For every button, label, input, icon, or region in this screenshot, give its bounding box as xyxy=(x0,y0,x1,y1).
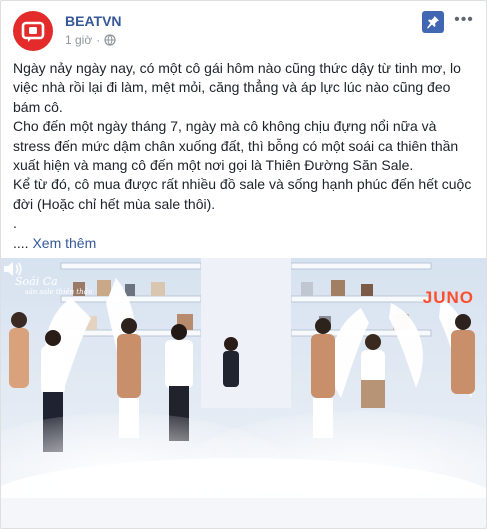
video-player[interactable]: Soái Ca săn sale thiên thần JUNO xyxy=(1,258,486,528)
post-paragraph: Cho đến một ngày tháng 7, ngày mà cô khô… xyxy=(13,118,459,174)
page-name-link[interactable]: BEATVN xyxy=(65,13,122,29)
see-more-link[interactable]: Xem thêm xyxy=(32,235,96,251)
post-card: BEATVN 1 giờ · ••• Ngày nảy ngày nay, có… xyxy=(0,0,487,529)
post-meta: 1 giờ · xyxy=(65,33,116,47)
see-more-row: .... Xem thêm xyxy=(13,234,473,253)
post-text: Ngày nảy ngày nay, có một cô gái hôm nào… xyxy=(13,59,473,253)
page-avatar[interactable] xyxy=(13,11,53,51)
beatvn-logo-icon xyxy=(21,21,45,42)
volume-icon[interactable] xyxy=(1,258,23,280)
more-options-icon[interactable]: ••• xyxy=(454,12,474,31)
post-paragraph: Ngày nảy ngày nay, có một cô gái hôm nào… xyxy=(13,60,461,115)
post-paragraph: . xyxy=(13,215,17,232)
globe-icon[interactable] xyxy=(104,34,116,46)
logo-line2: săn sale thiên thần xyxy=(25,288,93,296)
brand-overlay: JUNO xyxy=(422,288,474,307)
video-watermark-logo: Soái Ca săn sale thiên thần xyxy=(15,276,92,298)
pin-button[interactable] xyxy=(422,11,444,33)
pin-icon xyxy=(427,16,439,29)
post-timestamp[interactable]: 1 giờ xyxy=(65,33,92,47)
post-paragraph: Kể từ đó, cô mua được rất nhiều đồ sale … xyxy=(13,176,472,212)
video-frame xyxy=(1,258,486,528)
post-header: BEATVN 1 giờ · ••• xyxy=(13,11,474,51)
meta-separator: · xyxy=(96,33,101,47)
ellipsis: .... xyxy=(13,234,29,251)
